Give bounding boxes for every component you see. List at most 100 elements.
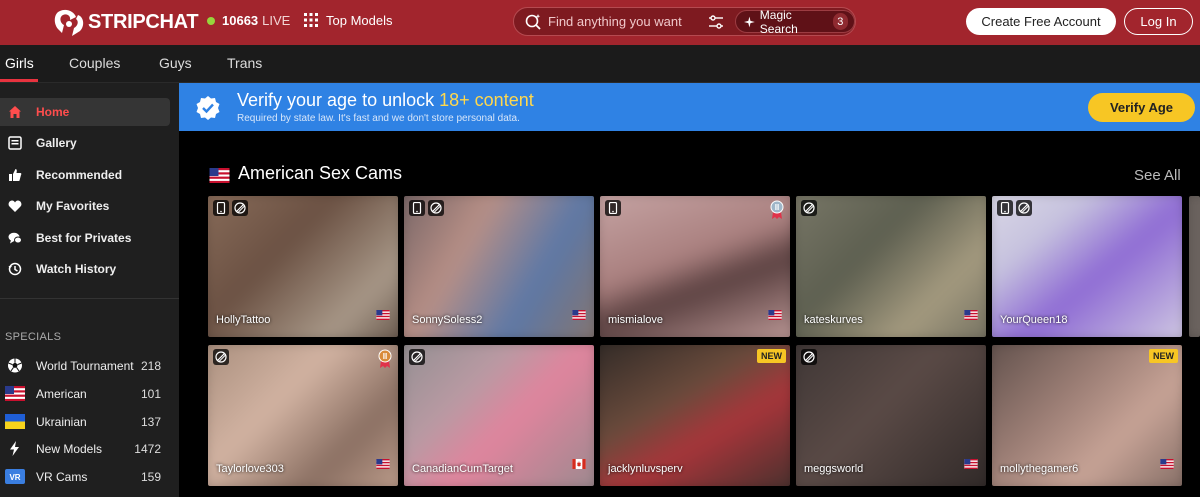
card-feature-icons: [801, 349, 817, 365]
new-badge: NEW: [757, 349, 786, 363]
tab-guys[interactable]: Guys: [159, 55, 192, 71]
soccer-ball-icon: [8, 358, 22, 373]
vr-icon: VR: [5, 469, 25, 484]
see-all-link[interactable]: See All: [1134, 167, 1181, 184]
card-feature-icons: [409, 200, 444, 216]
gallery-icon: [8, 136, 22, 150]
top-header: STRIPCHAT 10663 LIVE Top Models Find any…: [0, 0, 1200, 45]
model-thumbnail: [1189, 196, 1200, 337]
model-card[interactable]: kateskurves: [796, 196, 986, 337]
model-card[interactable]: mismialove: [600, 196, 790, 337]
model-name: mismialove: [608, 314, 664, 326]
sidebar-item-best-for-privates[interactable]: Best for Privates: [0, 224, 170, 252]
live-count: 10663: [222, 13, 259, 28]
model-name: Taylorlove303: [216, 463, 284, 475]
model-card[interactable]: NEW mollythegamer6: [992, 345, 1182, 486]
card-feature-icons: [605, 200, 621, 216]
sidebar-item-gallery[interactable]: Gallery: [0, 129, 170, 157]
model-card[interactable]: NEW jacklynluvsperv: [600, 345, 790, 486]
magic-search-button[interactable]: Magic Search 3: [735, 8, 855, 36]
verify-title-prefix: Verify your age to unlock: [237, 90, 435, 110]
hd-icon: [1016, 200, 1032, 216]
sidebar-item-new-models[interactable]: New Models 1472: [0, 437, 179, 461]
logo-icon: [54, 9, 84, 36]
hd-icon: [409, 349, 425, 365]
model-name: CanadianCumTarget: [412, 463, 513, 475]
sparkle-icon: [744, 16, 755, 27]
card-feature-icons: [213, 349, 229, 365]
sidebar-item-watch-history[interactable]: Watch History: [0, 255, 170, 283]
model-card[interactable]: HollyTattoo: [208, 196, 398, 337]
tab-girls[interactable]: Girls: [5, 55, 34, 71]
model-card[interactable]: meggsworld: [796, 345, 986, 486]
us-flag-icon: [376, 456, 390, 474]
top-models-link[interactable]: Top Models: [303, 12, 392, 28]
model-card[interactable]: YourQueen18: [992, 196, 1182, 337]
model-card[interactable]: CanadianCumTarget: [404, 345, 594, 486]
create-account-button[interactable]: Create Free Account: [966, 8, 1116, 35]
logo-text: STRIPCHAT: [88, 10, 199, 33]
tab-trans[interactable]: Trans: [227, 55, 262, 71]
sidebar-item-american[interactable]: American 101: [0, 382, 179, 406]
ca-flag-icon: [572, 456, 586, 474]
category-tabs: Girls Couples Guys Trans: [0, 45, 1200, 83]
login-button[interactable]: Log In: [1124, 8, 1193, 35]
verify-title: Verify your age to unlock 18+ content: [237, 90, 534, 111]
mobile-icon: [213, 200, 229, 216]
mobile-icon: [605, 200, 621, 216]
sidebar-item-label: Recommended: [36, 168, 123, 182]
us-flag-icon: [572, 307, 586, 325]
model-name: mollythegamer6: [1000, 463, 1079, 475]
special-count: 218: [140, 359, 161, 373]
verify-age-button[interactable]: Verify Age: [1088, 93, 1195, 122]
model-card-partial[interactable]: [1189, 196, 1200, 337]
special-count: 1472: [134, 442, 161, 456]
new-badge: NEW: [1149, 349, 1178, 363]
special-label: VR Cams: [36, 470, 88, 484]
model-name: HollyTattoo: [216, 314, 271, 326]
special-label: New Models: [36, 442, 103, 456]
mobile-icon: [997, 200, 1013, 216]
hd-icon: [213, 349, 229, 365]
ua-flag-icon: [5, 414, 25, 429]
logo[interactable]: STRIPCHAT: [52, 6, 199, 38]
search-bar[interactable]: Magic Search 3: [513, 7, 856, 36]
medal-icon: [770, 200, 784, 225]
top-models-icon: [304, 13, 318, 27]
special-label: World Tournament: [36, 359, 134, 373]
heart-icon: [8, 200, 22, 212]
special-count: 101: [140, 387, 161, 401]
tab-couples[interactable]: Couples: [69, 55, 120, 71]
sidebar-item-label: Best for Privates: [36, 231, 132, 245]
chat-icon: [8, 232, 22, 244]
sidebar-item-favorites[interactable]: My Favorites: [0, 192, 170, 220]
model-name: YourQueen18: [1000, 314, 1068, 326]
us-flag-icon: [376, 307, 390, 325]
medal-icon: [378, 349, 392, 374]
live-dot-icon: [207, 16, 215, 25]
sidebar-item-home[interactable]: Home: [0, 98, 170, 126]
special-count: 137: [140, 415, 161, 429]
us-flag-icon: [5, 386, 25, 401]
mobile-icon: [409, 200, 425, 216]
filter-icon[interactable]: [708, 14, 724, 30]
model-card[interactable]: SonnySoless2: [404, 196, 594, 337]
verify-subtitle: Required by state law. It's fast and we …: [237, 113, 520, 124]
verify-title-highlight: 18+ content: [439, 90, 534, 110]
sidebar-item-world-tournament[interactable]: World Tournament 218: [0, 354, 179, 378]
model-name: SonnySoless2: [412, 314, 483, 326]
sidebar-item-ukrainian[interactable]: Ukrainian 137: [0, 410, 179, 434]
model-name: meggsworld: [804, 463, 864, 475]
history-icon: [8, 262, 22, 276]
hd-icon: [428, 200, 444, 216]
sidebar-item-recommended[interactable]: Recommended: [0, 161, 170, 189]
hd-icon: [801, 200, 817, 216]
thumbs-up-icon: [9, 169, 22, 181]
model-card[interactable]: Taylorlove303: [208, 345, 398, 486]
sidebar-item-label: Watch History: [36, 262, 117, 276]
special-label: American: [36, 387, 87, 401]
sidebar-item-label: My Favorites: [36, 199, 110, 213]
search-input[interactable]: [548, 14, 698, 29]
home-icon: [9, 106, 21, 118]
sidebar-item-vr-cams[interactable]: VR VR Cams 159: [0, 465, 179, 489]
